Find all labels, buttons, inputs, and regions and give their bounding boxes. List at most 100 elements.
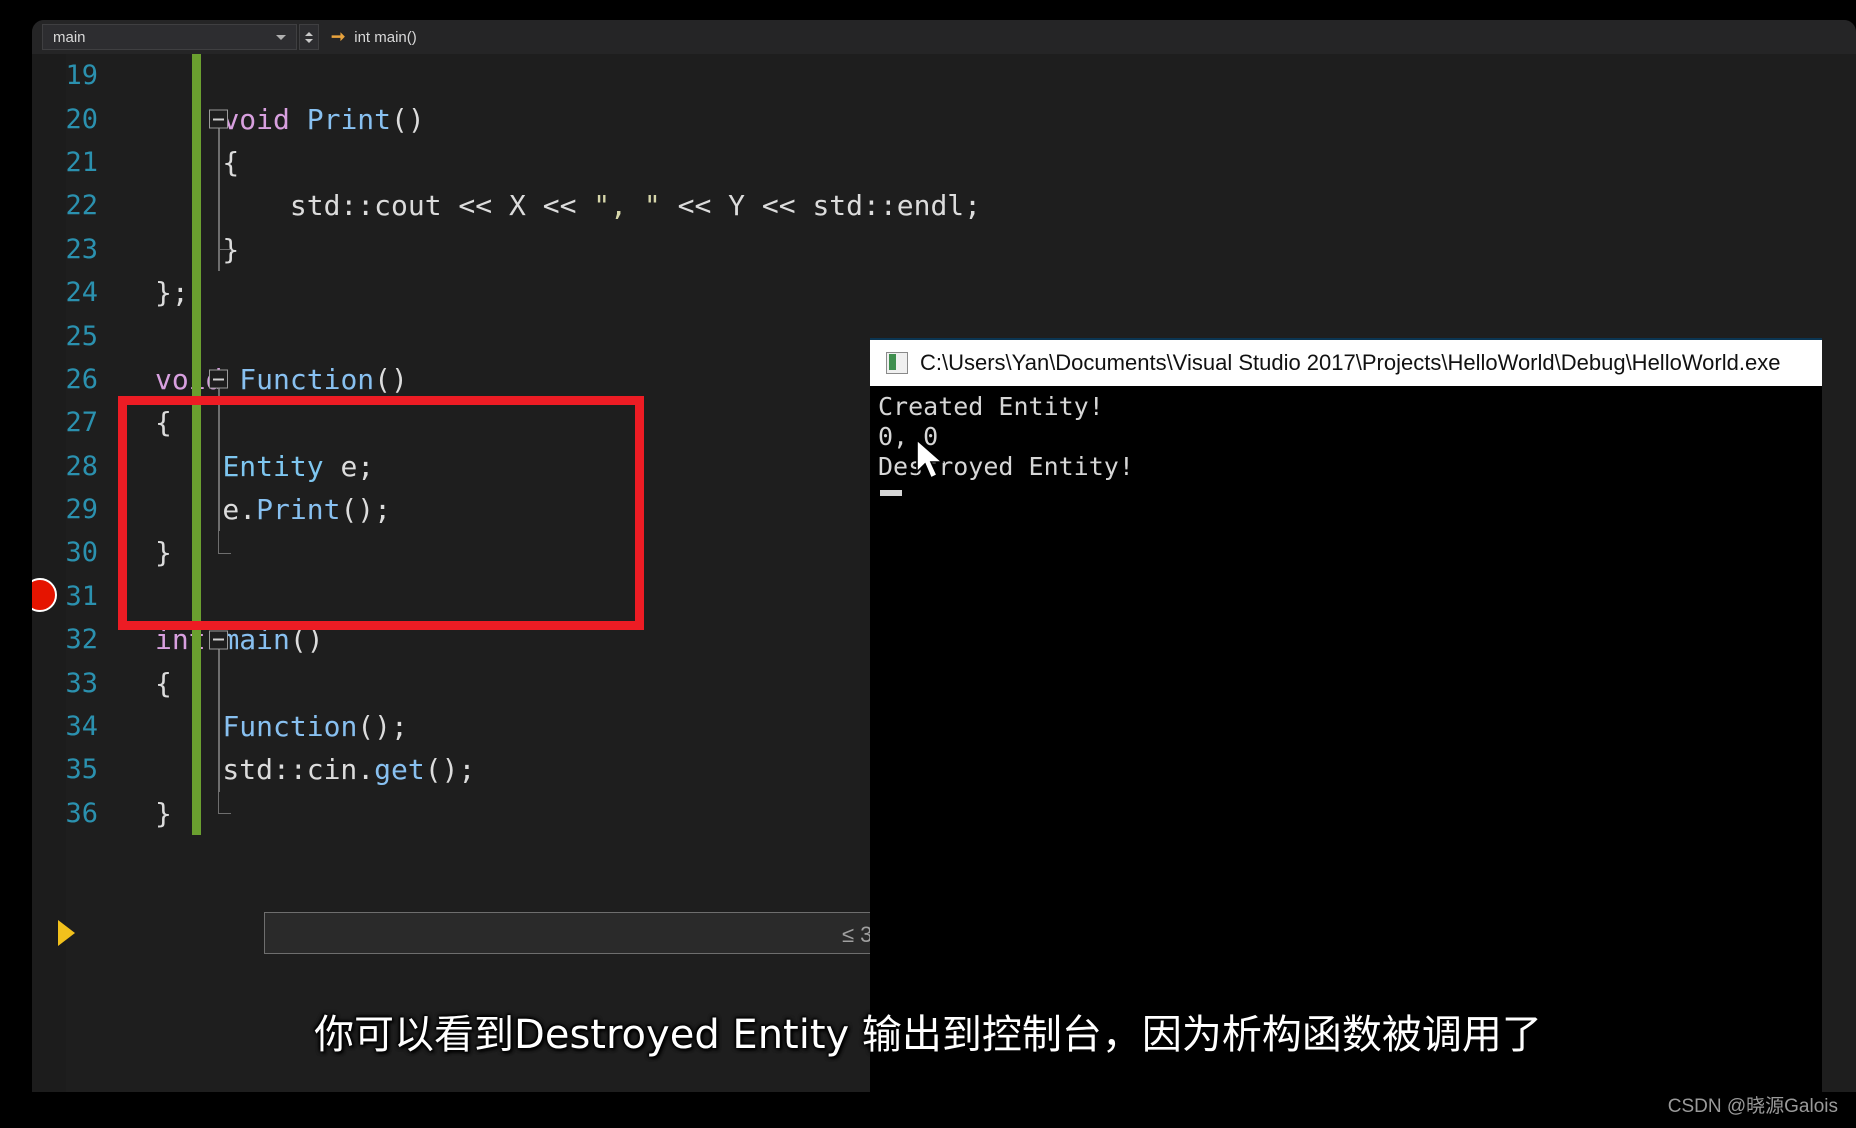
code-line[interactable]: 22 std::cout << X << ", " << Y << std::e… [32, 184, 1856, 228]
code-token: }; [155, 276, 189, 310]
code-line-text: { [155, 667, 172, 700]
structure-guide-bracket [218, 791, 231, 815]
chevron-up-icon [305, 31, 313, 36]
scope-dropdown[interactable]: main [42, 24, 297, 50]
console-output-line: Created Entity! [878, 392, 1104, 421]
code-token: Function [222, 710, 358, 744]
change-indicator-bar [192, 54, 201, 98]
change-indicator-bar [192, 444, 201, 488]
member-dropdown-label: int main() [354, 28, 417, 46]
line-number: 25 [65, 320, 98, 352]
change-indicator-bar [192, 97, 201, 141]
code-token: Print [306, 102, 392, 136]
line-number: 23 [65, 233, 98, 265]
line-number: 30 [65, 537, 98, 569]
console-window-icon [886, 352, 908, 374]
change-indicator-bar [192, 704, 201, 749]
change-indicator-bar [192, 270, 201, 315]
watermark-text: CSDN @晓源Galois [1667, 1096, 1838, 1117]
code-token: << Y << std::endl; [660, 189, 982, 223]
code-token: Function [239, 362, 375, 396]
editor-scrollbar[interactable] [1834, 54, 1856, 1092]
line-number: 21 [65, 146, 98, 178]
code-token: (); [357, 710, 408, 744]
code-token: } [155, 796, 172, 830]
console-output-area[interactable]: Created Entity! 0, 0 Destroyed Entity! [870, 386, 1822, 1096]
code-token: ", " [593, 189, 661, 223]
line-number: 28 [65, 450, 98, 482]
code-token: e. [155, 493, 257, 527]
change-indicator-bar [192, 184, 201, 228]
editor-navigation-bar: main ➞ int main() [32, 20, 1856, 54]
change-indicator-bar [192, 574, 201, 619]
code-line-text: } [155, 536, 172, 569]
change-indicator-bar [192, 531, 201, 575]
code-token: std::cin. [155, 753, 375, 787]
code-token: { [155, 666, 172, 700]
code-token: () [374, 362, 408, 396]
code-line[interactable]: 20 void Print() [32, 97, 1856, 141]
line-number: 27 [65, 407, 98, 439]
code-token: Entity [222, 449, 324, 483]
member-dropdown[interactable]: ➞ int main() [331, 24, 417, 50]
change-indicator-bar [192, 748, 201, 792]
structure-guide-line [218, 444, 220, 488]
code-line-text: Entity e; [155, 450, 374, 483]
line-number: 33 [65, 667, 98, 699]
console-window[interactable]: C:\Users\Yan\Documents\Visual Studio 201… [870, 338, 1822, 1096]
change-indicator-bar [192, 618, 201, 662]
change-indicator-bar [192, 487, 201, 532]
line-number: 34 [65, 711, 98, 743]
collapse-toggle-icon[interactable] [209, 109, 228, 129]
structure-guide-line [218, 401, 220, 445]
change-indicator-bar [192, 661, 201, 705]
change-indicator-bar [192, 227, 201, 271]
code-line-text: e.Print(); [155, 493, 391, 526]
code-token: e; [323, 449, 375, 483]
code-line-text: } [155, 797, 172, 830]
console-output-line: 0, 0 [878, 422, 939, 451]
code-token: () [391, 102, 425, 136]
navigation-spinner[interactable] [299, 24, 319, 50]
console-text-caret [880, 490, 902, 496]
code-line-text: }; [155, 276, 189, 309]
code-line[interactable]: 24}; [32, 270, 1856, 315]
line-number: 36 [65, 797, 98, 829]
change-indicator-bar [192, 791, 201, 836]
chevron-down-icon [305, 38, 313, 43]
line-number: 26 [65, 363, 98, 395]
scope-dropdown-label: main [53, 28, 86, 46]
structure-guide-bracket [218, 531, 231, 554]
code-token: (); [340, 493, 392, 527]
code-token: } [155, 536, 172, 570]
line-number: 19 [65, 60, 98, 92]
code-line[interactable]: 19 [32, 54, 1856, 98]
structure-guide-line [218, 487, 220, 532]
structure-guide-line [218, 704, 220, 749]
collapse-toggle-icon[interactable] [209, 369, 228, 389]
structure-guide-line [218, 748, 220, 792]
code-token: main [222, 623, 290, 657]
chevron-down-icon [276, 34, 286, 40]
code-line[interactable]: 21 { [32, 140, 1856, 185]
change-indicator-bar [192, 401, 201, 445]
code-token: std::cout << X << [155, 189, 594, 223]
line-number: 20 [65, 103, 98, 135]
console-title-bar[interactable]: C:\Users\Yan\Documents\Visual Studio 201… [870, 338, 1822, 386]
code-token: (); [424, 753, 476, 787]
line-number: 24 [65, 277, 98, 309]
line-number: 22 [65, 190, 98, 222]
line-number: 35 [65, 754, 98, 786]
collapse-toggle-icon[interactable] [209, 630, 228, 650]
structure-guide-line [218, 140, 220, 185]
change-indicator-bar [192, 140, 201, 185]
structure-guide-line [218, 184, 220, 228]
code-line-text: std::cin.get(); [155, 753, 475, 786]
console-output-line: Destroyed Entity! [878, 452, 1134, 481]
console-output-lines: Created Entity! 0, 0 Destroyed Entity! [876, 392, 1822, 482]
code-line-text: { [155, 406, 172, 439]
code-line[interactable]: 23 } [32, 227, 1856, 271]
code-line-text: std::cout << X << ", " << Y << std::endl… [155, 189, 981, 222]
